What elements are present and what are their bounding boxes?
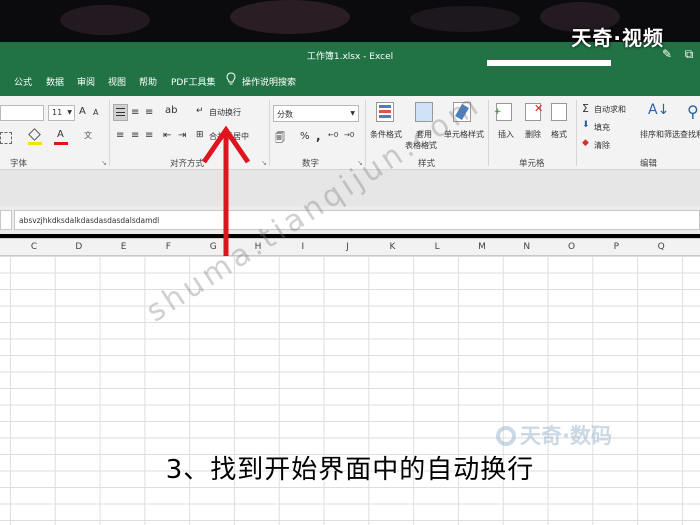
brand-logo-icon bbox=[496, 426, 516, 446]
divider bbox=[488, 100, 489, 166]
formula-input[interactable]: absvzjhkdksdalkdasdasdasdalsdamdl bbox=[14, 210, 700, 230]
screen: 天奇·视频 工作簿1.xlsx - Excel ✎ ⧉ 公式 数据 审阅 视图 … bbox=[0, 0, 700, 525]
column-header[interactable]: O bbox=[550, 242, 594, 252]
align-right-icon[interactable]: ≡ bbox=[145, 130, 153, 141]
font-size-box[interactable]: 11 ▼ bbox=[48, 105, 75, 121]
number-format-value: 分数 bbox=[277, 110, 293, 119]
lightbulb-icon bbox=[226, 72, 236, 85]
delete-cells-icon: ✕ bbox=[525, 102, 543, 121]
font-color-icon[interactable]: A bbox=[54, 129, 68, 145]
tab-data[interactable]: 数据 bbox=[46, 75, 64, 88]
column-header[interactable]: K bbox=[370, 242, 414, 252]
sum-icon: Σ bbox=[582, 102, 589, 115]
insert-cells-icon: + bbox=[494, 103, 512, 121]
fill-button[interactable]: 填充 bbox=[594, 122, 610, 133]
ribbon: 11 ▼ A A A 文 字体 ↘ ≡ ≡ ab ≡ ≡ ≡ ⇤ ⇥ ↵ 自动换行 bbox=[0, 96, 700, 170]
column-header[interactable]: F bbox=[146, 242, 190, 252]
divider bbox=[269, 100, 270, 166]
column-header[interactable]: C bbox=[12, 242, 56, 252]
insert-button[interactable]: 插入 bbox=[498, 129, 514, 140]
font-launcher-icon[interactable]: ↘ bbox=[101, 159, 107, 167]
restore-icon[interactable]: ⧉ bbox=[678, 42, 700, 66]
tab-view[interactable]: 视图 bbox=[108, 75, 126, 88]
sort-filter-button[interactable]: 排序和筛选 bbox=[640, 129, 680, 140]
increase-indent-icon[interactable]: ⇥ bbox=[178, 130, 186, 141]
number-format-select[interactable]: 分数 ▼ bbox=[273, 105, 359, 122]
divider bbox=[576, 100, 577, 166]
clear-button[interactable]: 清除 bbox=[594, 140, 610, 151]
group-cells-label: 单元格 bbox=[519, 159, 545, 169]
column-header[interactable]: E bbox=[102, 242, 146, 252]
decrease-indent-icon[interactable]: ⇤ bbox=[163, 130, 171, 141]
font-size-value: 11 bbox=[52, 108, 63, 117]
annotation-arrow bbox=[201, 125, 251, 256]
menu-bar: 公式 数据 审阅 视图 帮助 PDF工具集 操作说明搜索 bbox=[0, 66, 700, 96]
column-header[interactable]: P bbox=[594, 242, 638, 252]
tab-formulas[interactable]: 公式 bbox=[14, 75, 32, 88]
watermark-top: 天奇·视频 bbox=[571, 26, 664, 50]
column-header[interactable]: L bbox=[415, 242, 459, 252]
group-font-label: 字体 bbox=[10, 159, 28, 169]
currency-icon[interactable]: 🗐 bbox=[275, 131, 285, 148]
alignment-launcher-icon[interactable]: ↘ bbox=[261, 159, 267, 167]
eraser-icon: ◆ bbox=[582, 138, 589, 148]
tab-review[interactable]: 审阅 bbox=[77, 75, 95, 88]
grow-font-button[interactable]: A bbox=[79, 106, 86, 117]
format-button[interactable]: 格式 bbox=[551, 129, 567, 140]
format-cells-icon bbox=[551, 103, 567, 121]
middle-align-icon[interactable]: ≡ bbox=[131, 107, 139, 118]
formula-bar: absvzjhkdksdalkdasdasdasdalsdamdl bbox=[0, 206, 700, 234]
divider bbox=[109, 100, 110, 166]
chevron-down-icon: ▼ bbox=[350, 110, 355, 117]
fill-down-icon: ⬇ bbox=[582, 120, 590, 130]
fill-color-icon[interactable] bbox=[28, 128, 42, 145]
name-box[interactable] bbox=[0, 210, 12, 230]
tab-help[interactable]: 帮助 bbox=[139, 75, 157, 88]
column-header[interactable]: Q bbox=[639, 242, 683, 252]
column-header[interactable]: J bbox=[326, 242, 370, 252]
tab-pdf-tools[interactable]: PDF工具集 bbox=[171, 75, 216, 88]
group-number-label: 数字 bbox=[302, 159, 320, 169]
group-editing-label: 编辑 bbox=[640, 159, 658, 169]
decrease-decimal-icon[interactable]: →0 bbox=[344, 131, 354, 139]
tell-me-search[interactable]: 操作说明搜索 bbox=[242, 75, 296, 88]
conditional-format-icon bbox=[376, 102, 394, 122]
increase-decimal-icon[interactable]: ←0 bbox=[328, 131, 338, 139]
brand-watermark-text: 天奇·数码 bbox=[520, 424, 612, 448]
shrink-font-button[interactable]: A bbox=[93, 108, 98, 117]
align-center-icon[interactable]: ≡ bbox=[131, 130, 139, 141]
border-icon[interactable] bbox=[0, 132, 12, 144]
find-select-button[interactable]: 查找和选择 bbox=[680, 129, 700, 140]
delete-button[interactable]: 删除 bbox=[525, 129, 541, 140]
percent-button[interactable]: % bbox=[300, 131, 310, 142]
brand-watermark: 天奇·数码 bbox=[496, 420, 612, 450]
subtitle-caption: 3、找到开始界面中的自动换行 bbox=[165, 455, 535, 485]
column-header[interactable]: N bbox=[505, 242, 549, 252]
phonetic-icon[interactable]: 文 bbox=[84, 130, 92, 141]
align-left-icon[interactable]: ≡ bbox=[116, 130, 124, 141]
find-search-icon: ⚲ bbox=[687, 102, 699, 121]
font-name-box[interactable] bbox=[0, 105, 44, 121]
column-header[interactable]: M bbox=[460, 242, 504, 252]
wrap-text-icon: ↵ bbox=[196, 106, 204, 116]
bottom-align-icon[interactable]: ≡ bbox=[145, 107, 153, 118]
sort-filter-icon: A↓ bbox=[648, 102, 670, 118]
column-headers: CDEFGHIJKLMNOPQ bbox=[0, 238, 700, 256]
top-align-icon[interactable] bbox=[113, 104, 128, 121]
comma-button[interactable]: , bbox=[316, 129, 321, 143]
autosum-button[interactable]: 自动求和 bbox=[594, 104, 626, 115]
orientation-icon[interactable]: ab bbox=[165, 105, 177, 116]
wrap-text-label: 自动换行 bbox=[209, 108, 241, 117]
column-header[interactable]: D bbox=[57, 242, 101, 252]
